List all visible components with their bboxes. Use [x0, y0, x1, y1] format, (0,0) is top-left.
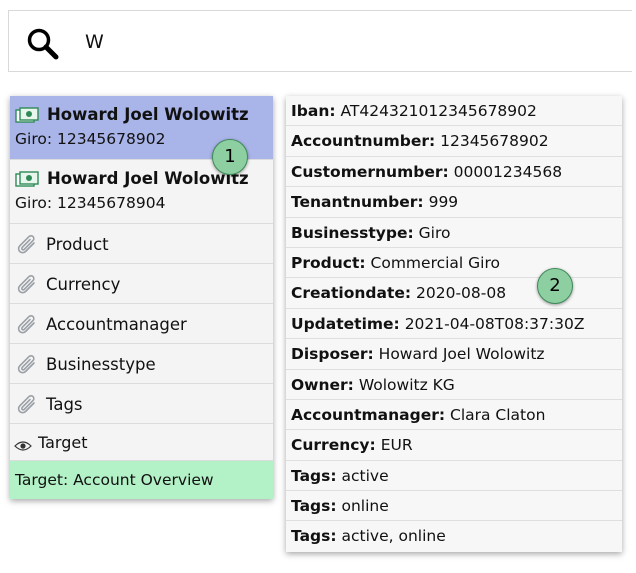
tag-suggestion-currency[interactable]: Currency — [10, 264, 273, 304]
paperclip-icon — [16, 274, 40, 296]
detail-field-value: 999 — [428, 193, 459, 212]
target-label: Target — [38, 433, 88, 452]
paperclip-icon — [16, 314, 40, 336]
detail-field-key: Product: — [291, 253, 366, 272]
detail-field-value: 12345678902 — [440, 132, 549, 151]
step-badge-1: 1 — [212, 139, 248, 175]
detail-field-key: Owner: — [291, 375, 354, 394]
money-icon — [15, 171, 41, 187]
tag-label: Businesstype — [46, 355, 156, 374]
detail-field-value: Commercial Giro — [370, 253, 500, 272]
account-name: Howard Joel Wolowitz — [47, 105, 249, 124]
search-input[interactable] — [85, 25, 605, 59]
detail-field-key: Accountmanager: — [291, 405, 446, 424]
detail-field: Tags: online — [286, 491, 622, 522]
detail-field-key: Tenantnumber: — [291, 193, 424, 212]
tag-label: Accountmanager — [46, 315, 187, 334]
paperclip-icon — [16, 234, 40, 256]
detail-field-value: AT424321012345678902 — [340, 102, 537, 120]
account-detail-panel: Iban: AT424321012345678902 Accountnumber:… — [286, 96, 622, 552]
detail-field-key: Disposer: — [291, 345, 374, 364]
detail-field: Accountnumber: 12345678902 — [286, 126, 622, 157]
detail-field: Disposer: Howard Joel Wolowitz — [286, 339, 622, 370]
target-suggestion[interactable]: Target — [10, 424, 273, 461]
account-name: Howard Joel Wolowitz — [47, 169, 249, 188]
detail-field: Businesstype: Giro — [286, 218, 622, 248]
tag-label: Product — [46, 235, 109, 254]
money-icon — [15, 107, 41, 123]
detail-field-key: Iban: — [291, 102, 336, 120]
detail-field-key: Accountnumber: — [291, 132, 436, 151]
tag-suggestion-tags[interactable]: Tags — [10, 384, 273, 424]
detail-field: Product: Commercial Giro — [286, 248, 622, 279]
target-status: Target: Account Overview — [10, 461, 273, 499]
search-bar — [8, 10, 632, 72]
detail-field: Owner: Wolowitz KG — [286, 370, 622, 400]
detail-field-key: Creationdate: — [291, 284, 412, 303]
detail-field-key: Tags: — [291, 527, 337, 546]
tag-label: Currency — [46, 275, 121, 294]
detail-field-value: active — [341, 466, 389, 485]
detail-field-value: Giro — [418, 223, 451, 242]
detail-field-value: 2020-08-08 — [416, 284, 507, 303]
detail-field-value: active, online — [341, 527, 446, 546]
account-number: Giro: 12345678904 — [15, 194, 166, 212]
detail-field-value: Wolowitz KG — [358, 375, 455, 394]
step-badge-2: 2 — [537, 268, 573, 304]
detail-field: Updatetime: 2021-04-08T08:37:30Z — [286, 309, 622, 340]
detail-field-key: Updatetime: — [291, 314, 400, 333]
paperclip-icon — [16, 394, 40, 416]
detail-field: Tags: active, online — [286, 521, 622, 551]
detail-field: Currency: EUR — [286, 430, 622, 461]
detail-field-key: Businesstype: — [291, 223, 414, 242]
detail-field: Tenantnumber: 999 — [286, 187, 622, 218]
tag-suggestion-product[interactable]: Product — [10, 224, 273, 264]
account-name-row: Howard Joel Wolowitz — [15, 105, 269, 125]
paperclip-icon — [16, 354, 40, 376]
tag-suggestion-businesstype[interactable]: Businesstype — [10, 344, 273, 384]
detail-field: Customernumber: 00001234568 — [286, 157, 622, 188]
detail-field-key: Currency: — [291, 436, 376, 455]
detail-field-value: EUR — [380, 436, 413, 455]
detail-field: Tags: active — [286, 461, 622, 492]
search-icon[interactable] — [25, 27, 65, 63]
detail-field-value: 2021-04-08T08:37:30Z — [404, 314, 585, 333]
detail-field-value: 00001234568 — [453, 162, 563, 181]
detail-field-key: Tags: — [291, 497, 337, 516]
detail-field: Iban: AT424321012345678902 — [286, 96, 622, 127]
tag-label: Tags — [46, 395, 83, 414]
detail-field: Accountmanager: Clara Claton — [286, 400, 622, 431]
eye-icon — [14, 437, 32, 451]
detail-field-value: Clara Claton — [450, 405, 546, 424]
tag-suggestion-accountmanager[interactable]: Accountmanager — [10, 304, 273, 344]
detail-field-value: Howard Joel Wolowitz — [378, 345, 545, 364]
detail-field-value: online — [341, 497, 389, 516]
detail-field-key: Tags: — [291, 466, 337, 485]
detail-field-key: Customernumber: — [291, 162, 449, 181]
